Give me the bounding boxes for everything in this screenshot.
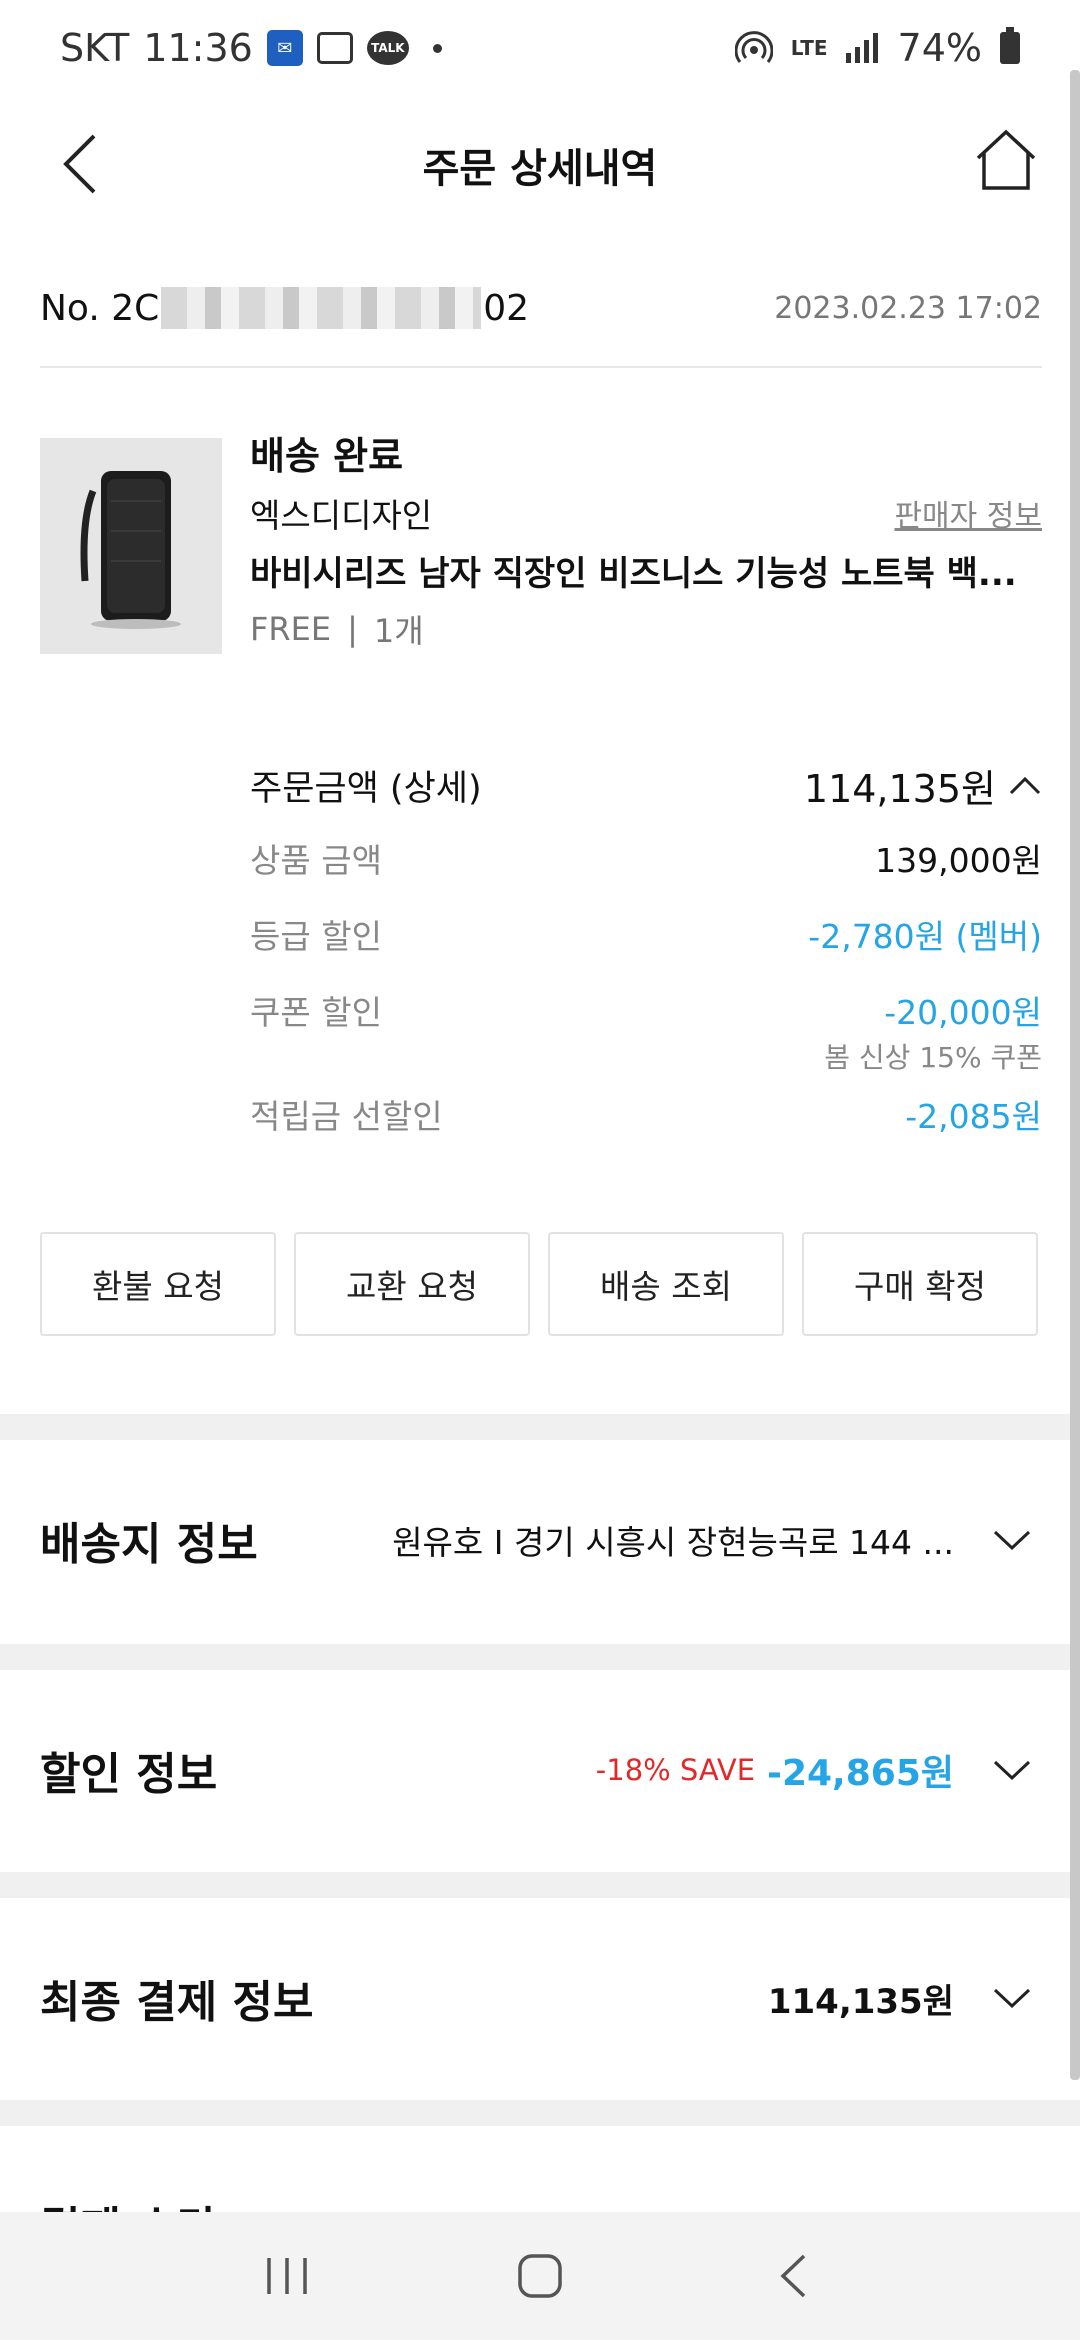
option-quantity: 1개 <box>373 612 424 650</box>
shipping-summary: 원유호 I 경기 시흥시 장현능곡로 144 ... <box>392 1523 954 1562</box>
app-notification-icon: ✉ <box>266 30 303 66</box>
section-divider <box>0 1644 1080 1670</box>
kakaotalk-icon: TALK <box>366 31 409 65</box>
product-name[interactable]: 바비시리즈 남자 직장인 비즈니스 기능성 노트북 백... <box>250 542 1042 598</box>
discount-info-section[interactable]: 할인 정보 -18% SAVE -24,865원 <box>40 1682 1042 1858</box>
option-separator: | <box>347 610 358 648</box>
back-nav-button[interactable] <box>733 2226 853 2326</box>
section-title: 할인 정보 <box>40 1749 218 1800</box>
price-value: -20,000원 <box>884 993 1042 1032</box>
track-delivery-button[interactable]: 배송 조회 <box>548 1232 784 1336</box>
save-percent: -18% SAVE <box>595 1753 756 1787</box>
price-label: 상품 금액 <box>250 841 382 880</box>
chevron-left-icon <box>63 134 96 194</box>
back-button[interactable] <box>30 114 130 214</box>
final-payment-amount: 114,135원 <box>767 1981 954 2022</box>
price-label: 쿠폰 할인 <box>250 993 382 1032</box>
price-value: -2,780원 (멤버) <box>808 917 1042 956</box>
price-label: 적립금 선할인 <box>250 1097 443 1136</box>
option-size: FREE <box>250 610 332 648</box>
final-payment-section[interactable]: 최종 결제 정보 114,135원 <box>40 1910 1042 2086</box>
order-actions: 환불 요청 교환 요청 배송 조회 구매 확정 <box>40 1232 1042 1336</box>
system-nav-bar <box>0 2212 1080 2340</box>
order-number: No. 2C 02 <box>40 287 529 329</box>
chevron-down-icon[interactable] <box>982 1510 1042 1570</box>
chevron-up-icon <box>1009 776 1041 795</box>
payment-method-section[interactable]: 결제 수단 <box>40 2138 1042 2218</box>
back-icon <box>780 2254 806 2298</box>
price-row-points-discount: 적립금 선할인 -2,085원 <box>250 1076 1042 1152</box>
order-number-row: No. 2C 02 2023.02.23 17:02 <box>40 250 1042 368</box>
order-amount-value: 114,135원 <box>803 766 996 811</box>
hotspot-icon <box>734 29 773 67</box>
home-nav-button[interactable] <box>480 2226 600 2326</box>
coupon-name: 봄 신상 15% 쿠폰 <box>824 1041 1042 1074</box>
exchange-request-button[interactable]: 교환 요청 <box>294 1232 530 1336</box>
order-number-prefix: No. 2C <box>40 287 160 329</box>
order-number-suffix: 02 <box>483 287 530 329</box>
price-value: 139,000원 <box>875 841 1042 880</box>
shipping-info-section[interactable]: 배송지 정보 원유호 I 경기 시흥시 장현능곡로 144 ... <box>40 1452 1042 1628</box>
section-title: 최종 결제 정보 <box>40 1977 314 2028</box>
network-type-label: LTE <box>790 36 828 60</box>
home-button[interactable] <box>956 110 1056 210</box>
more-notifications-dot <box>432 43 442 53</box>
price-row-grade-discount: 등급 할인 -2,780원 (멤버) <box>250 896 1042 972</box>
carrier-label: SKT <box>60 26 130 70</box>
order-amount-toggle[interactable]: 주문금액 (상세) 114,135원 <box>250 750 1042 820</box>
price-label: 등급 할인 <box>250 917 382 956</box>
signal-icon <box>845 33 880 63</box>
product-thumbnail[interactable] <box>40 438 222 654</box>
price-row-product: 상품 금액 139,000원 <box>250 820 1042 896</box>
section-title: 배송지 정보 <box>40 1519 258 1570</box>
status-bar: SKT 11:36 ✉ TALK LTE 74% <box>0 0 1080 96</box>
section-divider <box>0 1414 1080 1440</box>
delivery-status: 배송 완료 <box>250 433 404 478</box>
order-amount-label: 주문금액 (상세) <box>250 768 482 809</box>
price-value: -2,085원 <box>905 1097 1042 1136</box>
order-date: 2023.02.23 17:02 <box>774 290 1042 326</box>
home-circle-icon <box>518 2254 562 2298</box>
redacted-order-number <box>161 287 482 329</box>
confirm-purchase-button[interactable]: 구매 확정 <box>802 1232 1038 1336</box>
refund-request-button[interactable]: 환불 요청 <box>40 1232 276 1336</box>
gallery-icon <box>316 32 353 64</box>
backpack-image <box>80 471 181 629</box>
battery-percent: 74% <box>897 26 982 70</box>
chevron-down-icon[interactable] <box>982 1740 1042 1800</box>
recent-apps-button[interactable] <box>227 2226 347 2326</box>
section-divider <box>0 1872 1080 1898</box>
scrollbar[interactable] <box>1070 70 1080 2080</box>
seller-info-link[interactable]: 판매자 정보 <box>894 491 1042 535</box>
price-breakdown: 주문금액 (상세) 114,135원 상품 금액 139,000원 등급 할인 … <box>250 750 1042 1152</box>
recent-apps-icon <box>266 2258 307 2294</box>
brand-name[interactable]: 엑스디디자인 <box>250 489 432 537</box>
clock: 11:36 <box>143 26 253 70</box>
battery-icon <box>1000 27 1020 64</box>
product-option: FREE | 1개 <box>250 598 1042 660</box>
product-card: 배송 완료 엑스디디자인 판매자 정보 바비시리즈 남자 직장인 비즈니스 기능… <box>40 420 1042 680</box>
save-amount: -24,865원 <box>767 1753 954 1794</box>
section-divider <box>0 2100 1080 2126</box>
chevron-down-icon[interactable] <box>982 1968 1042 2028</box>
app-header: 주문 상세내역 <box>0 96 1080 234</box>
page-title: 주문 상세내역 <box>422 146 658 192</box>
home-icon <box>976 129 1036 190</box>
